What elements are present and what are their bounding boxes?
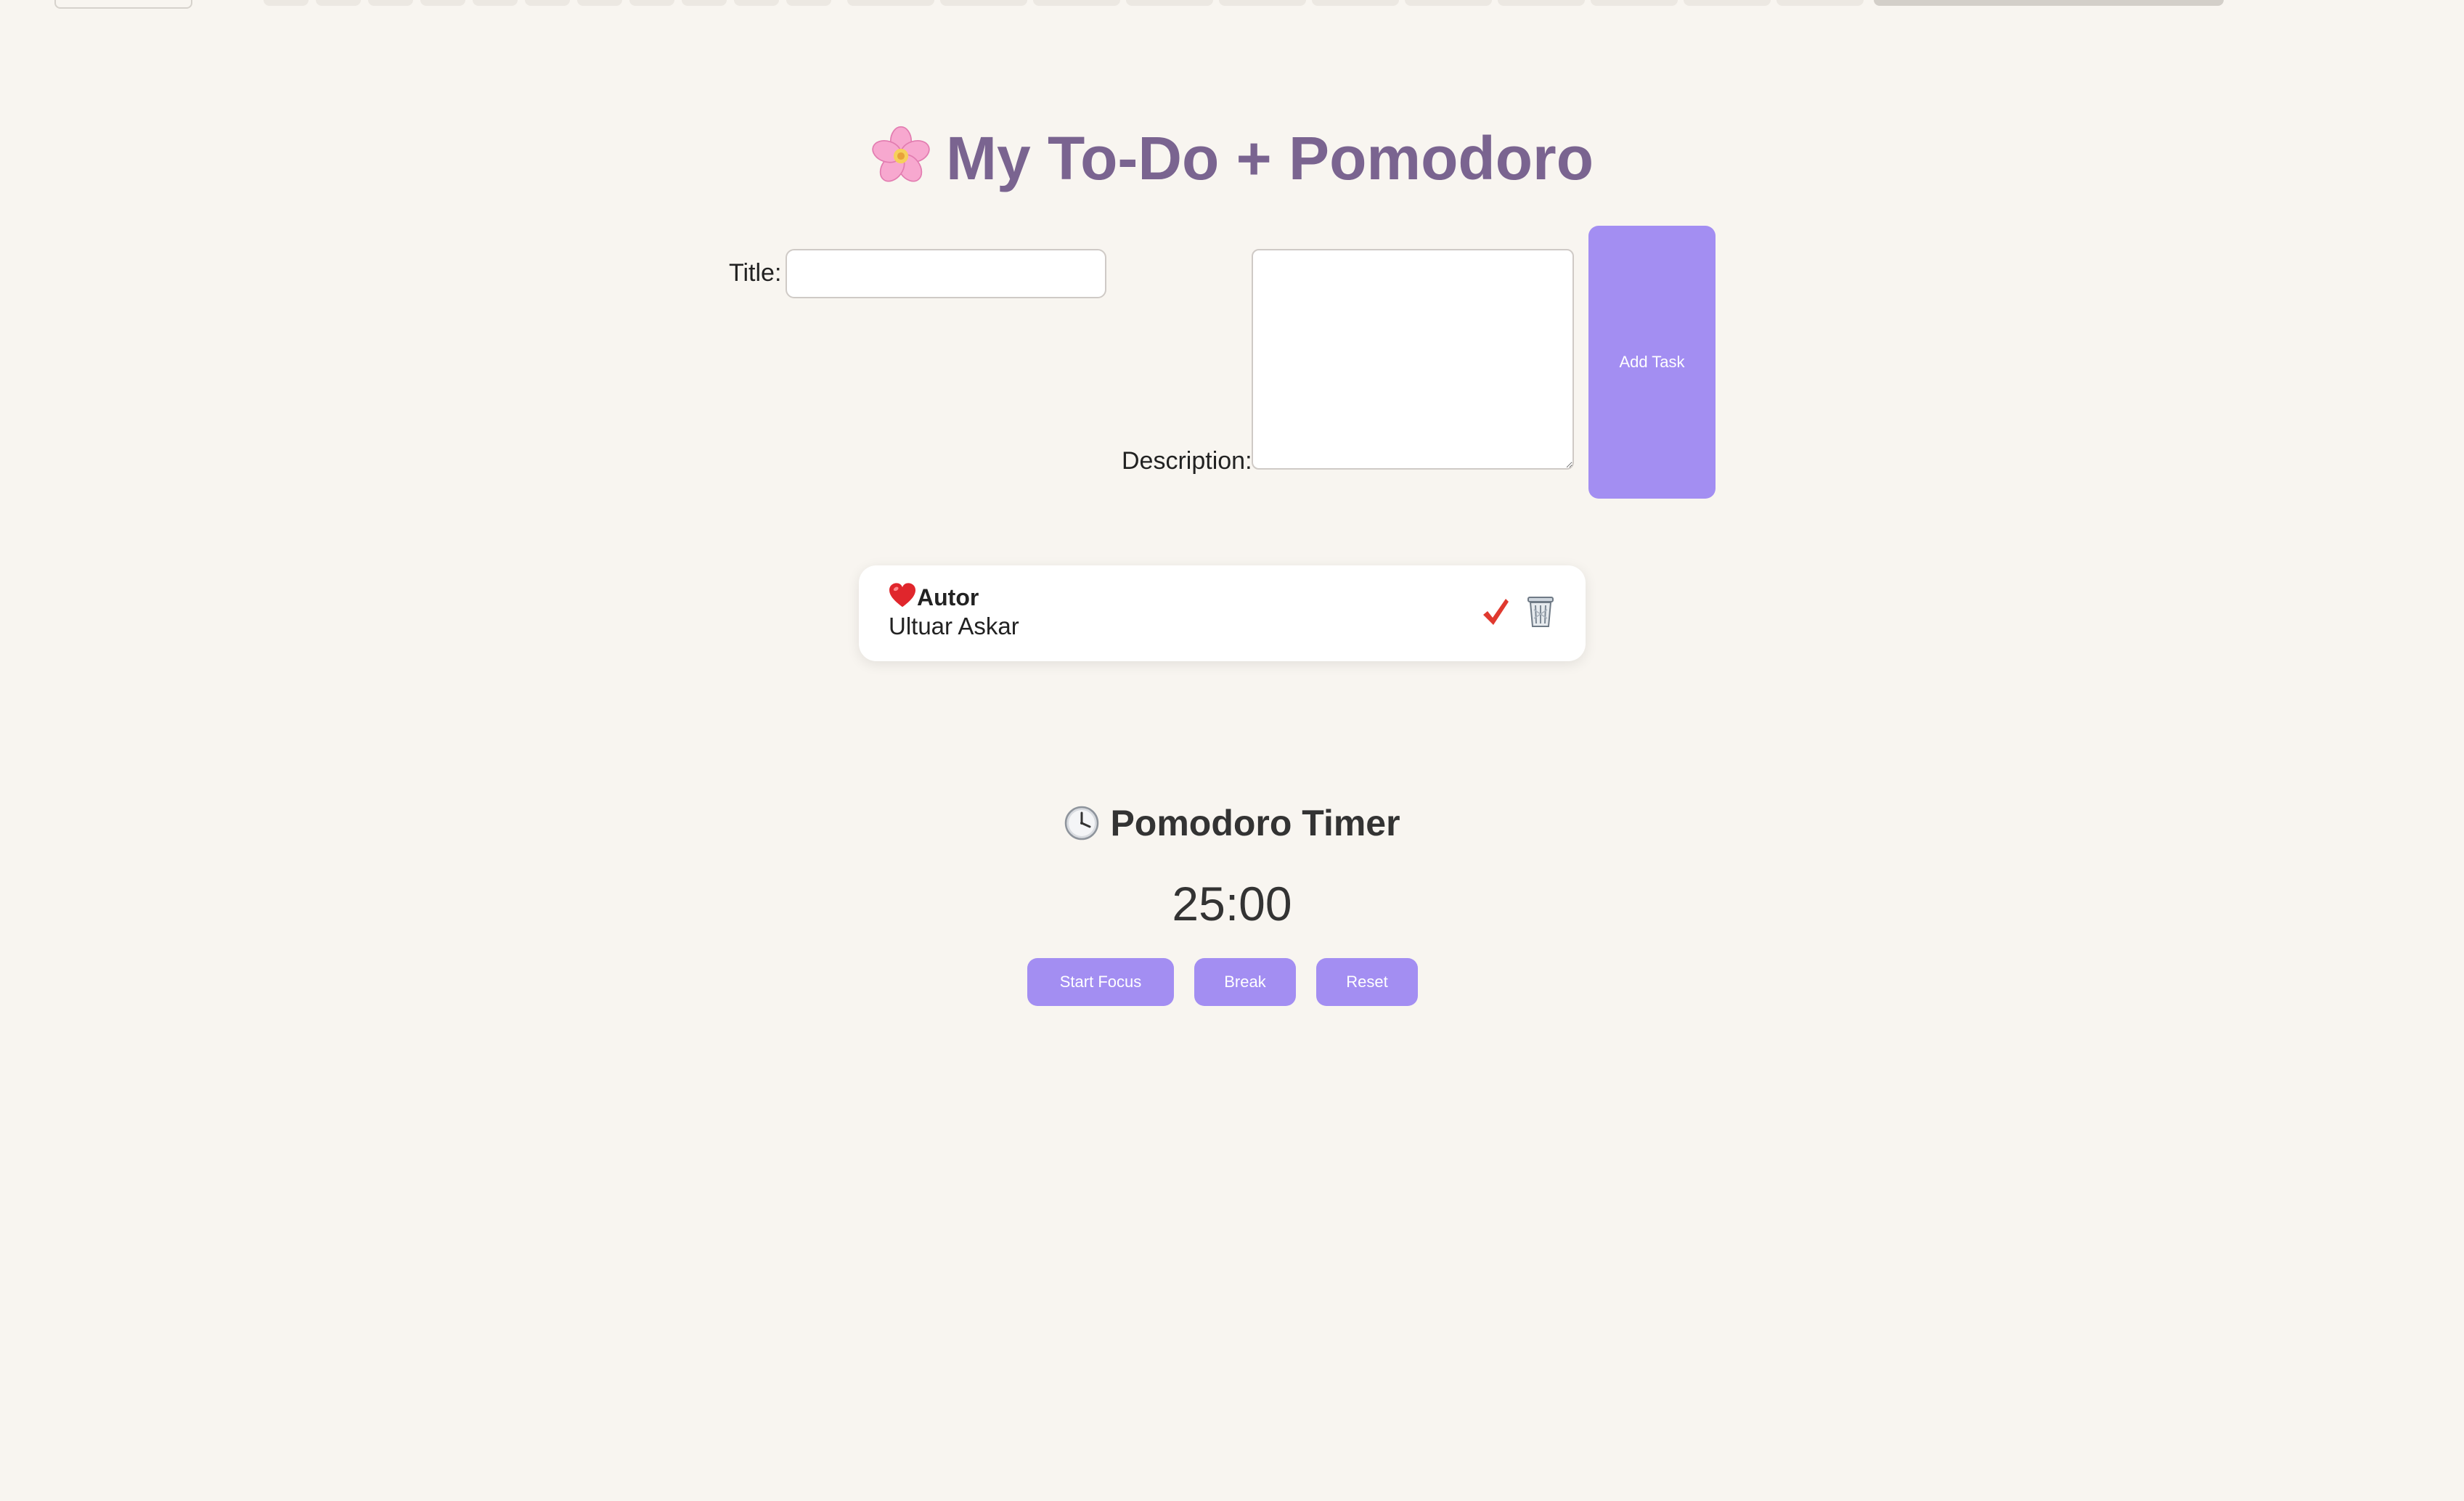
toolbar-tab[interactable]	[1498, 0, 1585, 6]
title-label: Title:	[729, 259, 782, 287]
trash-can-icon[interactable]	[1525, 592, 1557, 629]
task-description: Ultuar Askar	[889, 613, 1019, 639]
add-task-button[interactable]: Add Task	[1588, 226, 1716, 499]
pomodoro-title-text: Pomodoro Timer	[1110, 803, 1400, 843]
task-card: Autor Ultuar Askar	[859, 565, 1586, 661]
toolbar-tab[interactable]	[847, 0, 934, 6]
toolbar-tab[interactable]	[316, 0, 361, 6]
toolbar-tab[interactable]	[734, 0, 779, 6]
toolbar-tab[interactable]	[682, 0, 727, 6]
cherry-blossom-icon	[872, 126, 930, 182]
toolbar-tab[interactable]	[1126, 0, 1213, 6]
description-label: Description:	[1122, 447, 1252, 475]
toolbar-tab[interactable]	[1312, 0, 1399, 6]
page-title-text: My To-Do + Pomodoro	[945, 124, 1594, 192]
toolbar-tab[interactable]	[786, 0, 831, 6]
timer-display: 25:00	[1172, 877, 1292, 931]
toolbar-tab[interactable]	[577, 0, 622, 6]
clock-icon	[1065, 806, 1099, 841]
toolbar-tab[interactable]	[420, 0, 465, 6]
toolbar-scrollbar[interactable]	[1874, 0, 2224, 6]
toolbar-tab[interactable]	[1219, 0, 1306, 6]
toolbar-tab[interactable]	[1591, 0, 1678, 6]
toolbar-tab[interactable]	[1684, 0, 1771, 6]
pomodoro-title: Pomodoro Timer	[0, 797, 2464, 849]
task-title-row: Autor	[888, 581, 979, 613]
task-title: Autor	[917, 584, 979, 610]
top-toolbar-strip	[0, 0, 2464, 9]
check-mark-icon[interactable]	[1481, 596, 1510, 628]
toolbar-tab[interactable]	[473, 0, 518, 6]
toolbar-tab[interactable]	[1033, 0, 1120, 6]
title-input[interactable]	[786, 249, 1106, 298]
toolbar-tab[interactable]	[629, 0, 674, 6]
break-button[interactable]: Break	[1194, 958, 1296, 1006]
reset-button[interactable]: Reset	[1316, 958, 1418, 1006]
red-heart-icon	[889, 583, 915, 608]
page-title: My To-Do + Pomodoro	[0, 115, 2464, 202]
toolbar-tab[interactable]	[1776, 0, 1864, 6]
toolbar-tab[interactable]	[525, 0, 570, 6]
start-focus-button[interactable]: Start Focus	[1027, 958, 1174, 1006]
toolbar-tab[interactable]	[264, 0, 309, 6]
toolbar-tab[interactable]	[54, 0, 192, 9]
toolbar-tab[interactable]	[1405, 0, 1492, 6]
description-input[interactable]	[1252, 249, 1574, 470]
toolbar-tab[interactable]	[940, 0, 1027, 6]
toolbar-tab[interactable]	[368, 0, 413, 6]
